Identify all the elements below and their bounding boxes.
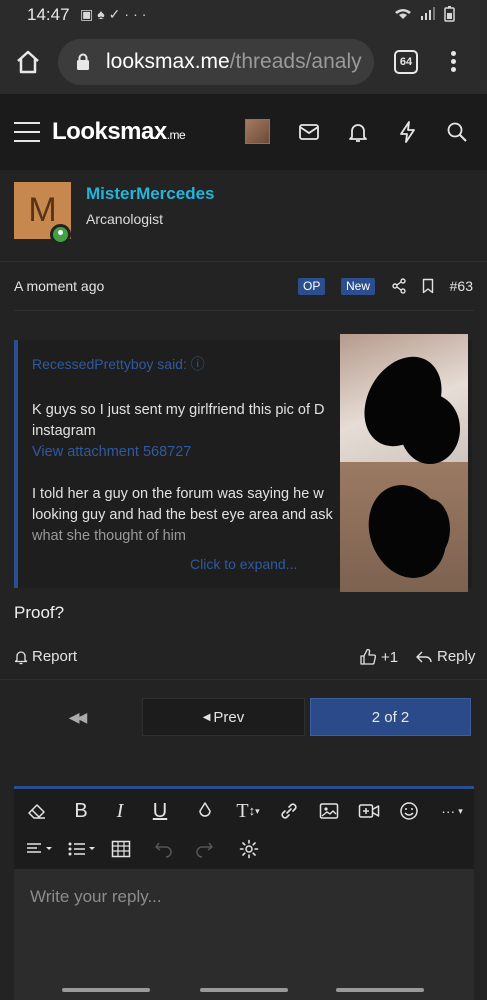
attachment-link[interactable]: View attachment 568727 bbox=[32, 442, 338, 463]
download-done-icon: ✓ bbox=[108, 6, 125, 22]
media-insert-icon[interactable] bbox=[354, 797, 384, 825]
reply-textarea[interactable]: Write your reply... bbox=[14, 869, 474, 1000]
quote-body: K guys so I just sent my girlfriend this… bbox=[32, 400, 338, 547]
home-icon[interactable] bbox=[14, 48, 42, 76]
status-right-icons bbox=[393, 6, 463, 25]
nav-gesture-handle bbox=[200, 988, 288, 992]
reply-placeholder: Write your reply... bbox=[30, 887, 162, 906]
post-number[interactable]: #63 bbox=[450, 278, 473, 294]
status-bar: 14:47 ▣♠✓··· bbox=[0, 0, 487, 30]
status-left-icons: ▣♠✓··· bbox=[80, 6, 150, 23]
online-status-icon bbox=[50, 224, 71, 245]
list-icon[interactable] bbox=[64, 835, 100, 863]
author-title: Arcanologist bbox=[86, 211, 164, 227]
link-icon[interactable] bbox=[274, 797, 304, 825]
site-header: Looksmax.me bbox=[0, 94, 487, 170]
double-arrow-left-icon: ◀◀ bbox=[68, 708, 87, 725]
divider bbox=[14, 310, 474, 311]
lightning-icon[interactable] bbox=[396, 120, 420, 144]
more-dots-icon: ··· bbox=[124, 6, 151, 22]
quote-line: looking guy and had the best eye area an… bbox=[32, 507, 333, 523]
like-count: +1 bbox=[381, 648, 399, 666]
italic-icon[interactable]: I bbox=[105, 797, 135, 825]
quote-header[interactable]: RecessedPrettyboy said: ⓘ bbox=[32, 354, 205, 374]
reply-editor: B I U T ↕ ▾ ··· ▾ Write your reply... bbox=[14, 786, 474, 1000]
report-label: Report bbox=[32, 648, 78, 665]
search-icon[interactable] bbox=[445, 120, 469, 144]
share-icon[interactable] bbox=[391, 278, 407, 294]
page-indicator-button[interactable]: 2 of 2 bbox=[310, 698, 471, 736]
tab-switcher-button[interactable]: 64 bbox=[394, 50, 418, 74]
quote-blank-line bbox=[32, 463, 338, 484]
url-text: looksmax.me/threads/analy bbox=[106, 50, 362, 73]
reply-button[interactable]: Reply bbox=[415, 648, 475, 665]
op-badge: OP bbox=[298, 278, 326, 295]
address-bar[interactable]: looksmax.me/threads/analy bbox=[58, 39, 374, 85]
wifi-signal-battery-icon bbox=[395, 6, 455, 22]
redo-icon[interactable] bbox=[189, 835, 219, 863]
prev-page-button[interactable]: ◀ Prev bbox=[142, 698, 305, 736]
nav-gesture-handle bbox=[62, 988, 150, 992]
image-insert-icon[interactable] bbox=[314, 797, 344, 825]
table-icon[interactable] bbox=[106, 835, 136, 863]
mail-icon[interactable] bbox=[297, 120, 321, 144]
reply-arrow-icon bbox=[416, 651, 432, 662]
bookmark-icon[interactable] bbox=[420, 278, 436, 294]
first-page-button[interactable]: ◀◀ bbox=[14, 698, 139, 736]
hamburger-menu-icon[interactable] bbox=[14, 122, 40, 142]
post-body: Proof? bbox=[14, 603, 65, 622]
site-logo[interactable]: Looksmax.me bbox=[52, 118, 186, 146]
browser-menu-icon[interactable] bbox=[445, 48, 461, 76]
image-icon: ▣ bbox=[80, 6, 98, 22]
post-actions: Report +1 Reply bbox=[0, 640, 487, 680]
user-avatar[interactable] bbox=[245, 119, 270, 144]
post-author-block: M MisterMercedes Arcanologist bbox=[0, 170, 487, 262]
new-badge: New bbox=[341, 278, 376, 295]
nav-gesture-handle bbox=[336, 988, 424, 992]
arrow-up-circle-icon[interactable]: ⓘ bbox=[191, 356, 205, 372]
quote-line: instagram bbox=[32, 423, 96, 439]
emoji-icon[interactable] bbox=[394, 797, 424, 825]
lock-icon bbox=[76, 53, 90, 71]
align-icon[interactable] bbox=[22, 835, 58, 863]
quoted-image[interactable] bbox=[340, 334, 468, 592]
quote-line: I told her a guy on the forum was saying… bbox=[32, 486, 324, 502]
snapchat-icon: ♠ bbox=[97, 6, 109, 22]
underline-icon[interactable]: U bbox=[145, 797, 175, 825]
eraser-icon[interactable] bbox=[22, 797, 52, 825]
like-button[interactable]: +1 bbox=[359, 648, 398, 666]
status-time: 14:47 bbox=[27, 5, 70, 24]
post-time[interactable]: A moment ago bbox=[14, 278, 104, 294]
browser-toolbar: looksmax.me/threads/analy 64 bbox=[0, 30, 487, 94]
pagination: ◀◀ ◀ Prev 2 of 2 bbox=[0, 698, 487, 738]
prev-label: Prev bbox=[213, 708, 245, 726]
settings-gear-icon[interactable] bbox=[234, 835, 264, 863]
reply-label: Reply bbox=[437, 648, 476, 665]
click-to-expand-link[interactable]: Click to expand... bbox=[190, 556, 297, 572]
bold-icon[interactable]: B bbox=[66, 797, 96, 825]
post-meta: A moment ago OP New #63 bbox=[0, 262, 487, 310]
report-button[interactable]: Report bbox=[14, 648, 77, 665]
more-options-icon[interactable]: ··· ▾ bbox=[434, 797, 470, 825]
redaction-scribble bbox=[410, 499, 450, 559]
quote-line-faded: what she thought of him bbox=[32, 528, 186, 544]
font-size-icon[interactable]: T ↕ ▾ bbox=[228, 797, 268, 825]
author-username[interactable]: MisterMercedes bbox=[86, 184, 215, 204]
bell-outline-icon bbox=[14, 650, 28, 664]
bell-icon[interactable] bbox=[346, 120, 370, 144]
thumbs-up-icon bbox=[360, 648, 377, 665]
quote-line: K guys so I just sent my girlfriend this… bbox=[32, 402, 325, 418]
redaction-scribble bbox=[400, 394, 460, 464]
color-drop-icon[interactable] bbox=[190, 797, 220, 825]
caret-left-icon: ◀ bbox=[202, 711, 211, 723]
undo-icon[interactable] bbox=[149, 835, 179, 863]
